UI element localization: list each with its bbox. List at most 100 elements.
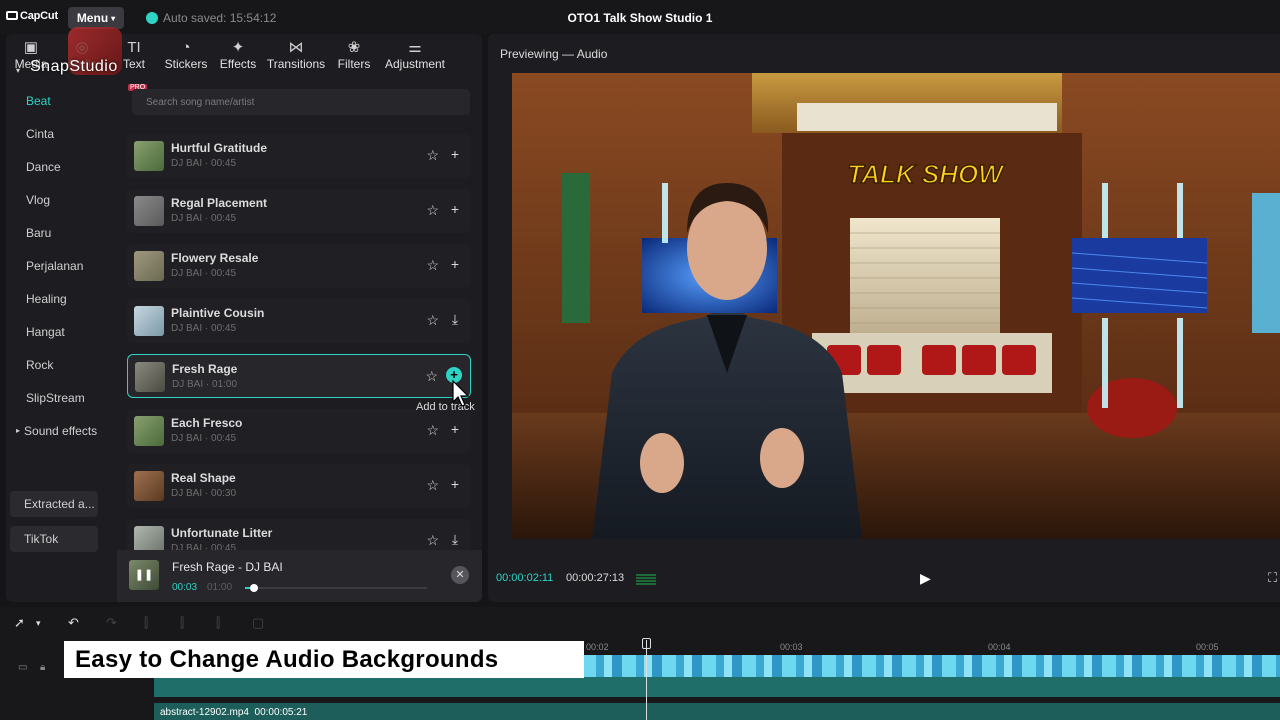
- player-total-time: 01:00: [207, 582, 233, 593]
- tab-transitions[interactable]: ⋈ Transitions: [264, 34, 328, 76]
- overlay-caption: Easy to Change Audio Backgrounds: [64, 641, 584, 678]
- favorite-star-icon[interactable]: ☆: [426, 202, 439, 219]
- tab-label: Effects: [219, 57, 257, 71]
- close-icon[interactable]: ✕: [451, 566, 469, 584]
- song-item[interactable]: Flowery Resale DJ BAI · 00:45 ☆ +: [127, 244, 471, 288]
- play-icon[interactable]: ▶: [920, 570, 931, 587]
- category-perjalanan[interactable]: Perjalanan: [10, 249, 110, 282]
- song-title: Hurtful Gratitude: [171, 141, 267, 155]
- audio-track-lane[interactable]: [154, 677, 1280, 697]
- tab-adjustment[interactable]: ⚌ Adjustment: [380, 34, 450, 76]
- favorite-star-icon[interactable]: ☆: [426, 312, 439, 329]
- fullscreen-icon[interactable]: ⛶: [1268, 570, 1277, 586]
- song-item[interactable]: Fresh Rage DJ BAI · 01:00 ☆ +: [127, 354, 471, 398]
- song-thumbnail: [134, 141, 164, 171]
- category-slipstream[interactable]: SlipStream: [10, 381, 110, 414]
- category-extracted-audio[interactable]: Extracted a...: [10, 491, 98, 517]
- project-title: OTO1 Talk Show Studio 1: [567, 11, 713, 25]
- split-left-icon[interactable]: ⫿: [180, 615, 184, 631]
- transitions-icon: ⋈: [288, 39, 304, 56]
- timecode-current: 00:00:02:11: [496, 572, 554, 584]
- add-to-track-icon[interactable]: +: [447, 421, 463, 437]
- tab-effects[interactable]: ✦ Effects: [212, 34, 264, 76]
- tab-label: Transitions: [266, 57, 326, 71]
- favorite-star-icon[interactable]: ☆: [426, 147, 439, 164]
- player-progress-handle[interactable]: [250, 584, 259, 592]
- split-icon[interactable]: ⫿: [144, 615, 148, 631]
- category-tiktok[interactable]: TikTok: [10, 526, 98, 552]
- song-title: Each Fresco: [171, 416, 243, 430]
- song-artist: DJ BAI · 00:45: [171, 268, 237, 279]
- favorite-star-icon[interactable]: ☆: [425, 368, 438, 385]
- player-progress-slider[interactable]: [245, 584, 427, 592]
- music-group-toggle[interactable]: ▾: [10, 56, 110, 84]
- add-to-track-icon[interactable]: +: [447, 201, 463, 217]
- download-icon[interactable]: ⤓: [447, 311, 463, 327]
- add-to-track-icon[interactable]: +: [447, 146, 463, 162]
- song-artist: DJ BAI · 01:00: [172, 379, 238, 390]
- chevron-down-icon: ▾: [16, 65, 21, 75]
- video-clip-track[interactable]: [582, 655, 1280, 677]
- ruler-tick: 00:05: [1196, 642, 1219, 652]
- chevron-right-icon: ▸: [16, 426, 21, 435]
- song-item[interactable]: Plaintive Cousin DJ BAI · 00:45 ☆ ⤓: [127, 299, 471, 343]
- song-artist: DJ BAI · 00:30: [171, 488, 237, 499]
- song-item[interactable]: Regal Placement DJ BAI · 00:45 ☆ +: [127, 189, 471, 233]
- effects-icon: ✦: [231, 39, 245, 56]
- audio-meter-icon: [636, 573, 656, 585]
- ruler-tick: 00:03: [780, 642, 803, 652]
- search-input[interactable]: Search song name/artist: [132, 89, 470, 115]
- category-baru[interactable]: Baru: [10, 216, 110, 249]
- select-cursor-icon[interactable]: ➚: [14, 615, 25, 631]
- category-hangat[interactable]: Hangat: [10, 315, 110, 348]
- song-title: Flowery Resale: [171, 251, 259, 265]
- song-title: Unfortunate Litter: [171, 526, 273, 540]
- tab-filters[interactable]: ❀ Filters: [328, 34, 380, 76]
- favorite-star-icon[interactable]: ☆: [426, 477, 439, 494]
- category-list: ▾ Beat Cinta Dance Vlog Baru Perjalanan Healing…: [10, 56, 110, 447]
- category-healing[interactable]: Healing: [10, 282, 110, 315]
- delete-icon[interactable]: ▢: [252, 615, 264, 631]
- category-beat[interactable]: Beat: [10, 84, 110, 117]
- song-item[interactable]: Hurtful Gratitude DJ BAI · 00:45 ☆ +: [127, 134, 471, 178]
- song-title: Fresh Rage: [172, 362, 238, 376]
- add-to-track-icon[interactable]: +: [447, 476, 463, 492]
- category-rock[interactable]: Rock: [10, 348, 110, 381]
- category-sound-effects[interactable]: ▸ Sound effects: [10, 414, 110, 447]
- song-item[interactable]: Each Fresco DJ BAI · 00:45 ☆ +: [127, 409, 471, 453]
- undo-icon[interactable]: ↶: [68, 615, 79, 631]
- clip-label: abstract-12902.mp4 00:00:05:21: [160, 707, 308, 718]
- chevron-down-icon[interactable]: ▾: [36, 618, 41, 629]
- song-item[interactable]: Real Shape DJ BAI · 00:30 ☆ +: [127, 464, 471, 508]
- song-artist: DJ BAI · 00:45: [171, 213, 237, 224]
- split-right-icon[interactable]: ⫿: [216, 615, 220, 631]
- main-clip-track[interactable]: [154, 703, 1280, 720]
- song-artist: DJ BAI · 00:45: [171, 158, 237, 169]
- pause-icon[interactable]: ❚❚: [129, 560, 159, 590]
- playhead-handle[interactable]: [642, 638, 651, 649]
- video-preview[interactable]: TALK SHOW: [512, 73, 1280, 539]
- stickers-icon: ◔: [181, 39, 191, 56]
- timecode-total: 00:00:27:13: [566, 572, 625, 584]
- talk-show-sign: TALK SHOW: [847, 159, 1005, 189]
- preview-title: Previewing — Audio: [500, 47, 608, 61]
- lock-icon[interactable]: 🔒︎: [40, 662, 45, 673]
- category-dance[interactable]: Dance: [10, 150, 110, 183]
- category-vlog[interactable]: Vlog: [10, 183, 110, 216]
- add-to-track-icon[interactable]: +: [447, 256, 463, 272]
- favorite-star-icon[interactable]: ☆: [426, 257, 439, 274]
- ruler-tick: 00:02: [586, 642, 609, 652]
- redo-icon[interactable]: ↷: [106, 615, 117, 631]
- category-cinta[interactable]: Cinta: [10, 117, 110, 150]
- song-title: Real Shape: [171, 471, 236, 485]
- tab-label: Filters: [337, 57, 371, 71]
- song-thumbnail: [134, 196, 164, 226]
- tab-label: Stickers: [164, 57, 208, 71]
- download-icon[interactable]: ⤓: [447, 531, 463, 547]
- favorite-star-icon[interactable]: ☆: [426, 422, 439, 439]
- lane-cover-icon[interactable]: ▭: [18, 662, 27, 673]
- tab-stickers[interactable]: ◔ Stickers: [160, 34, 212, 76]
- song-thumbnail: [134, 416, 164, 446]
- playhead[interactable]: [646, 640, 647, 720]
- favorite-star-icon[interactable]: ☆: [426, 532, 439, 549]
